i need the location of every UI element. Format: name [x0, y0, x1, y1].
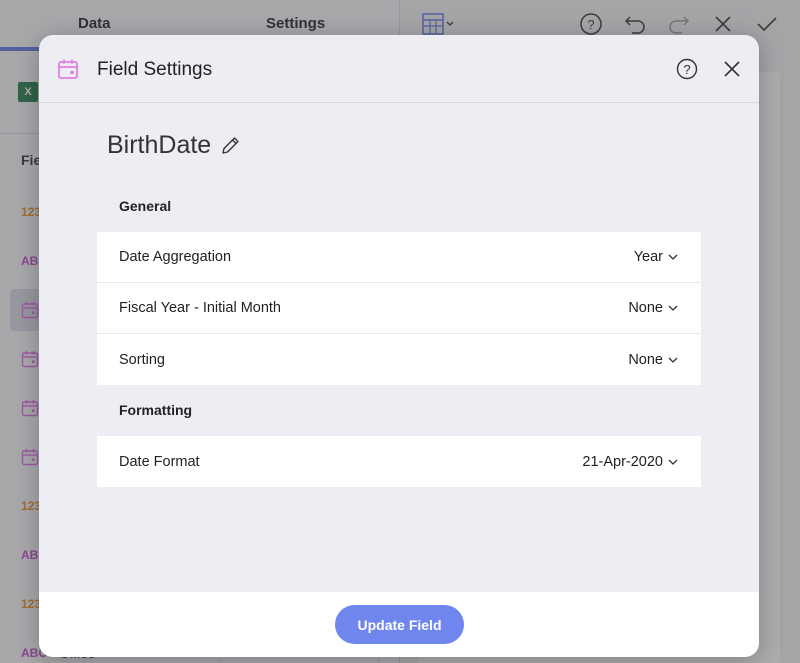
general-settings-group: Date Aggregation Year Fiscal Year - Init… [97, 232, 701, 385]
pencil-icon[interactable] [219, 135, 241, 157]
dropdown-value: Year [633, 249, 663, 265]
help-icon[interactable]: ? [676, 58, 698, 80]
chevron-down-icon [668, 305, 678, 311]
formatting-settings-group: Date Format 21-Apr-2020 [97, 436, 701, 487]
setting-label: Date Format [119, 453, 200, 470]
field-name: BirthDate [107, 131, 212, 159]
dropdown-value: 21-Apr-2020 [582, 453, 663, 470]
sorting-dropdown[interactable]: None [628, 352, 678, 368]
section-heading-general: General [119, 198, 172, 214]
close-icon[interactable] [723, 60, 741, 78]
update-field-button[interactable]: Update Field [335, 605, 464, 644]
chevron-down-icon [668, 254, 678, 260]
calendar-icon [58, 59, 78, 79]
fiscal-year-dropdown[interactable]: None [628, 300, 678, 316]
setting-row-date-aggregation: Date Aggregation Year [97, 232, 701, 283]
dialog-header: Field Settings ? [39, 35, 759, 103]
date-format-dropdown[interactable]: 21-Apr-2020 [582, 454, 678, 470]
svg-text:?: ? [683, 62, 690, 77]
setting-row-date-format: Date Format 21-Apr-2020 [97, 436, 701, 487]
setting-label: Date Aggregation [119, 249, 232, 265]
section-heading-formatting: Formatting [119, 402, 193, 418]
setting-label: Sorting [119, 351, 165, 368]
setting-label: Fiscal Year - Initial Month [119, 300, 281, 316]
setting-row-fiscal-year: Fiscal Year - Initial Month None [97, 283, 701, 334]
chevron-down-icon [668, 357, 678, 363]
chevron-down-icon [668, 459, 678, 465]
dialog-footer: Update Field [39, 592, 759, 657]
dialog-title: Field Settings [97, 59, 213, 80]
date-aggregation-dropdown[interactable]: Year [634, 249, 678, 265]
dropdown-value: None [628, 351, 663, 368]
field-settings-dialog: Field Settings ? BirthDate General Date … [39, 35, 759, 657]
dropdown-value: None [628, 300, 663, 316]
setting-row-sorting: Sorting None [97, 334, 701, 385]
